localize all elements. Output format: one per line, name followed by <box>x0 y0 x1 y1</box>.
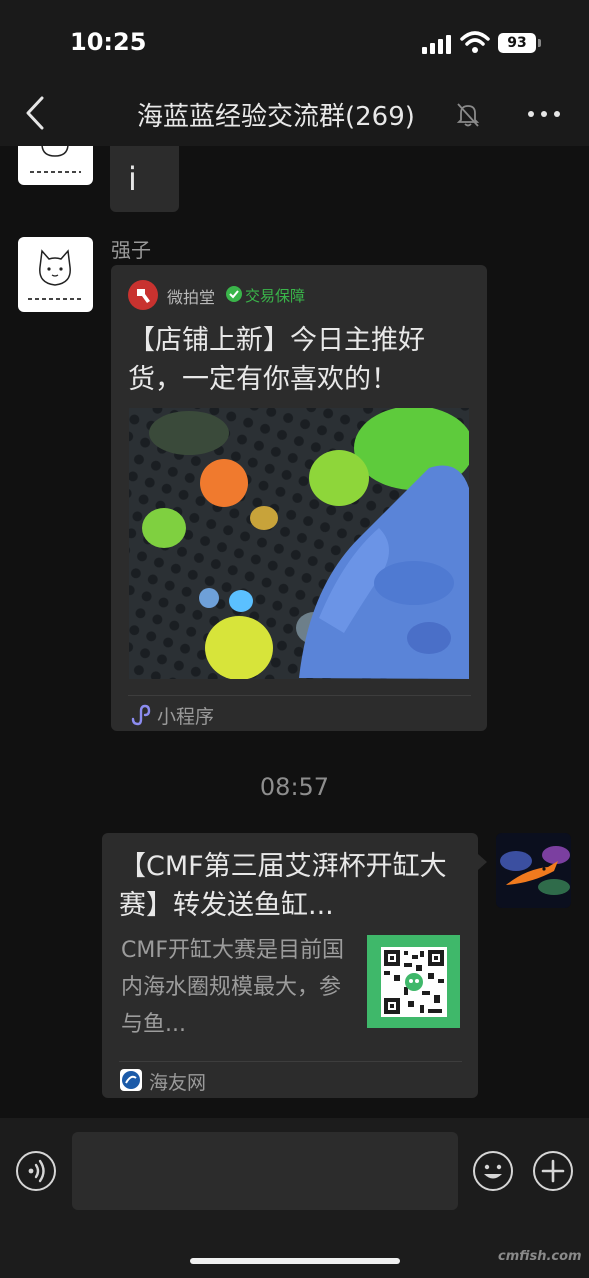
battery-tip <box>538 39 541 47</box>
mini-program-title: 【店铺上新】今日主推好货，一定有你喜欢的！ <box>128 325 425 395</box>
link-card[interactable]: 【CMF第三届艾湃杯开缸大赛】转发送鱼缸... CMF开缸大赛是目前国内海水圈规… <box>102 833 478 1098</box>
plus-icon <box>541 1159 565 1183</box>
battery-indicator: 93 <box>498 33 536 53</box>
cellular-signal-icon <box>422 34 454 54</box>
self-avatar[interactable] <box>496 833 571 908</box>
sender-avatar[interactable] <box>18 237 93 312</box>
voice-input-button[interactable] <box>16 1151 56 1191</box>
more-options-button[interactable] <box>524 100 564 126</box>
card-divider <box>119 1061 462 1062</box>
guarantee-badge: 交易保障 <box>245 287 306 305</box>
smiley-icon <box>484 1164 502 1179</box>
message-text: i <box>128 160 137 198</box>
mini-program-label: 小程序 <box>157 706 215 728</box>
nav-bar: 海蓝蓝经验交流群(269) <box>0 80 589 146</box>
back-button[interactable] <box>18 94 54 132</box>
coral-photo <box>129 408 469 679</box>
qr-code-thumbnail <box>367 935 460 1028</box>
link-title: 【CMF第三届艾湃杯开缸大赛】转发送鱼缸... <box>119 851 447 921</box>
chat-messages[interactable]: i 强子 微拍堂 交易保障 【店铺上新】今日主推好货，一定有你喜欢的！ 小程序 … <box>0 146 589 1118</box>
wifi-icon <box>460 31 490 53</box>
haiyouwang-logo-icon <box>120 1069 142 1091</box>
status-bar: 10:25 93 <box>0 0 589 80</box>
chat-title: 海蓝蓝经验交流群(269) <box>137 102 415 132</box>
mini-program-icon <box>131 704 151 726</box>
sender-avatar[interactable] <box>18 146 93 185</box>
link-source: 海友网 <box>149 1072 207 1094</box>
card-divider <box>128 695 471 696</box>
mini-program-source: 微拍堂 <box>167 288 216 307</box>
home-indicator[interactable] <box>190 1258 400 1264</box>
timestamp-divider: 08:57 <box>259 773 330 801</box>
status-time: 10:25 <box>70 28 147 56</box>
more-actions-button[interactable] <box>533 1151 573 1191</box>
weipaitang-logo-icon <box>128 280 158 310</box>
mute-bell-icon <box>456 103 480 127</box>
input-bar: cmfish.com <box>0 1118 589 1278</box>
shield-check-icon <box>226 286 242 302</box>
emoji-button[interactable] <box>473 1151 513 1191</box>
mini-program-card[interactable]: 微拍堂 交易保障 【店铺上新】今日主推好货，一定有你喜欢的！ 小程序 <box>111 265 487 731</box>
sender-name: 强子 <box>111 238 151 262</box>
bubble-tail <box>478 854 487 870</box>
message-input[interactable] <box>72 1132 458 1210</box>
watermark: cmfish.com <box>498 1249 582 1264</box>
link-description: CMF开缸大赛是目前国内海水圈规模最大，参与鱼... <box>121 938 344 1037</box>
voice-wave-icon <box>28 1159 45 1183</box>
text-message-bubble[interactable]: i <box>110 146 179 212</box>
